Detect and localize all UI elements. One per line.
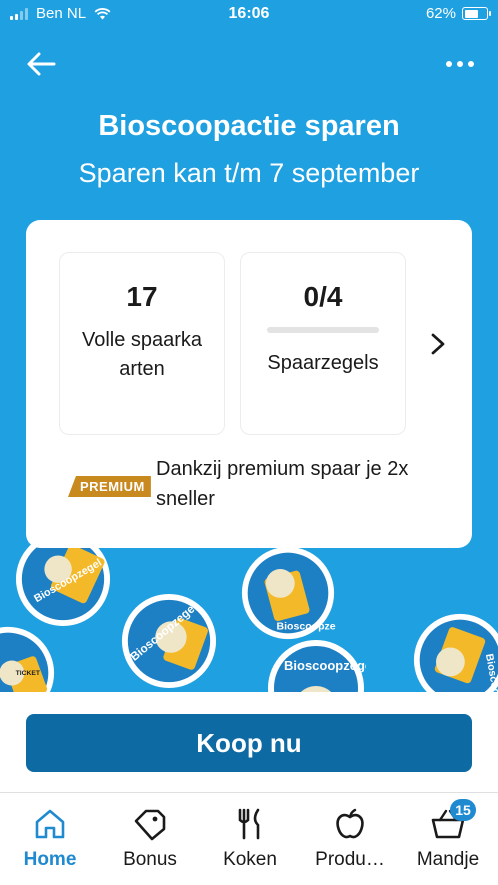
home-icon [35, 809, 65, 839]
page-subtitle: Sparen kan t/m 7 september [78, 158, 420, 188]
clock: 16:06 [228, 5, 270, 22]
tab-producten[interactable]: Produ… [300, 807, 400, 871]
tab-label: Bonus [123, 849, 177, 870]
stamps-count: 0/4 [303, 281, 343, 312]
battery-percent: 62% [425, 5, 456, 22]
full-cards-label: Volle spaarkaarten [81, 329, 203, 380]
buy-now-button[interactable]: Koop nu [26, 714, 472, 772]
tab-label: Koken [223, 849, 277, 870]
premium-message: Dankzij premium spaar je 2x sneller [156, 458, 409, 510]
hero-section: Ben NL 16:06 62% Bioscoopactie sparen Sp… [0, 0, 498, 692]
tab-label: Mandje [416, 849, 480, 870]
premium-badge: PREMIUM [68, 476, 151, 497]
stamps-label: Spaarzegels [267, 352, 379, 374]
basket-icon-wrap: 15 [430, 799, 476, 841]
tab-label: Home [23, 849, 77, 870]
tag-icon [134, 809, 166, 841]
tab-label: Produ… [315, 849, 385, 870]
stamps-tile: 0/4 Spaarzegels [240, 252, 406, 435]
tab-home[interactable]: Home [0, 807, 100, 871]
back-arrow-icon[interactable] [24, 48, 60, 80]
tab-koken[interactable]: Koken [200, 807, 300, 871]
tab-bonus[interactable]: Bonus [100, 807, 200, 871]
bioscoopzegel-sticker: Bioscoopzegel [413, 613, 498, 692]
bioscoopzegel-sticker: TICKET [0, 626, 55, 692]
tab-mandje[interactable]: 15 Mandje [398, 799, 498, 871]
sticker-label: Bioscoopzegel [284, 658, 366, 673]
cta-area: Koop nu [0, 692, 498, 792]
bioscoopzegel-sticker: Bioscoopzegel [241, 546, 336, 640]
full-cards-count: 17 [126, 281, 158, 312]
bioscoopzegel-sticker: Bioscoopzegel [121, 593, 217, 689]
status-right: 62% [425, 5, 491, 22]
status-bar: Ben NL 16:06 62% [0, 0, 498, 28]
page-title: Bioscoopactie sparen [98, 110, 400, 142]
cart-count-badge: 15 [450, 799, 476, 821]
full-cards-tile: 17 Volle spaarkaarten [59, 252, 225, 435]
sticker-label: Bioscoopzegel [276, 620, 336, 632]
bottom-tab-bar: Home Bonus Koken Produ… 15 Mandje [0, 792, 498, 885]
apple-icon [336, 808, 364, 839]
stamps-progress-bar [267, 327, 379, 333]
ticket-text: TICKET [16, 670, 41, 677]
more-options-icon[interactable] [442, 50, 478, 78]
cutlery-icon [238, 808, 260, 840]
battery-icon [462, 7, 491, 20]
chevron-right-icon[interactable] [424, 328, 452, 360]
bioscoopzegel-sticker: Bioscoopzegel [268, 640, 366, 692]
savings-card: 17 Volle spaarkaarten 0/4 Spaarzegels PR… [26, 220, 472, 548]
